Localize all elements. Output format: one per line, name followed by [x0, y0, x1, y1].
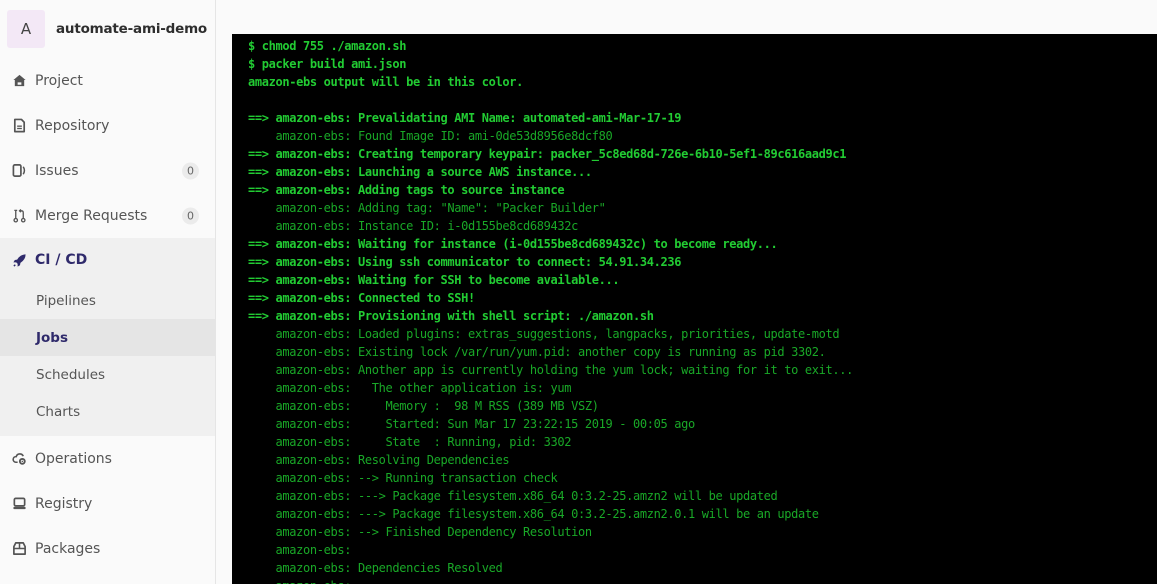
merge-requests-count-badge: 0	[182, 207, 199, 224]
log-line: ==> amazon-ebs: Waiting for SSH to becom…	[248, 273, 620, 287]
sidebar-item-label: Issues	[35, 162, 79, 179]
sidebar-item-label: CI / CD	[35, 252, 88, 268]
sidebar-item-issues[interactable]: Issues 0	[0, 148, 215, 193]
log-line: amazon-ebs: Memory : 98 M RSS (389 MB VS…	[248, 399, 599, 413]
log-line: amazon-ebs: Started: Sun Mar 17 23:22:15…	[248, 417, 695, 431]
job-log-terminal[interactable]: $ chmod 755 ./amazon.sh $ packer build am…	[232, 34, 1157, 584]
log-line: ==> amazon-ebs: Provisioning with shell …	[248, 309, 654, 323]
log-line: amazon-ebs: --> Running transaction chec…	[248, 471, 558, 485]
log-line: $ packer build ami.json	[248, 57, 407, 71]
log-line: ==> amazon-ebs: Adding tags to source in…	[248, 183, 565, 197]
sidebar-item-label: Repository	[35, 117, 110, 134]
sidebar-item-label: Operations	[35, 450, 112, 467]
sidebar-item-merge-requests[interactable]: Merge Requests 0	[0, 193, 215, 238]
log-line: amazon-ebs: Resolving Dependencies	[248, 453, 510, 467]
log-line: amazon-ebs: State : Running, pid: 3302	[248, 435, 572, 449]
sidebar-item-registry[interactable]: Registry	[0, 481, 215, 526]
log-line: amazon-ebs:	[248, 543, 352, 557]
log-line: amazon-ebs: Adding tag: "Name": "Packer …	[248, 201, 606, 215]
log-line: ==> amazon-ebs: Launching a source AWS i…	[248, 165, 592, 179]
log-line: amazon-ebs: Loaded plugins: extras_sugge…	[248, 327, 840, 341]
main-top-bar	[232, 0, 1157, 34]
package-icon	[11, 541, 27, 557]
sidebar-subitem-charts[interactable]: Charts	[0, 393, 215, 430]
sidebar: A automate-ami-demo Project Repository I…	[0, 0, 216, 584]
sidebar-subitem-jobs[interactable]: Jobs	[0, 319, 215, 356]
log-line: ==> amazon-ebs: Connected to SSH!	[248, 291, 475, 305]
log-line: amazon-ebs: The other application is: yu…	[248, 381, 572, 395]
project-name[interactable]: automate-ami-demo	[56, 21, 207, 37]
sidebar-item-repository[interactable]: Repository	[0, 103, 215, 148]
sidebar-subitem-schedules[interactable]: Schedules	[0, 356, 215, 393]
log-line: ==> amazon-ebs: Using ssh communicator t…	[248, 255, 682, 269]
log-line: amazon-ebs: Instance ID: i-0d155be8cd689…	[248, 219, 578, 233]
log-line: ==> amazon-ebs: Prevalidating AMI Name: …	[248, 111, 682, 125]
log-line: amazon-ebs: --> Finished Dependency Reso…	[248, 525, 592, 539]
rocket-icon	[11, 252, 27, 268]
log-line: amazon-ebs: Dependencies Resolved	[248, 561, 503, 575]
sidebar-subitem-pipelines[interactable]: Pipelines	[0, 282, 215, 319]
sidebar-item-label: Packages	[35, 540, 101, 557]
log-line: amazon-ebs output will be in this color.	[248, 75, 523, 89]
log-line: amazon-ebs: ---> Package filesystem.x86_…	[248, 489, 778, 503]
sidebar-item-label: Project	[35, 72, 83, 89]
home-icon	[11, 73, 27, 89]
log-line: $ chmod 755 ./amazon.sh	[248, 39, 407, 53]
log-line: amazon-ebs: Found Image ID: ami-0de53d89…	[248, 129, 613, 143]
log-line: amazon-ebs: Existing lock /var/run/yum.p…	[248, 345, 826, 359]
project-avatar[interactable]: A	[7, 10, 45, 48]
sidebar-item-label: Registry	[35, 495, 93, 512]
container-icon	[11, 496, 27, 512]
sidebar-item-project[interactable]: Project	[0, 58, 215, 103]
sidebar-item-operations[interactable]: Operations	[0, 436, 215, 481]
sidebar-item-packages[interactable]: Packages	[0, 526, 215, 571]
cicd-group: CI / CD Pipelines Jobs Schedules Charts	[0, 238, 215, 436]
sidebar-item-label: Merge Requests	[35, 207, 148, 224]
log-line: ==> amazon-ebs: Creating temporary keypa…	[248, 147, 847, 161]
document-icon	[11, 118, 27, 134]
main-content: $ chmod 755 ./amazon.sh $ packer build am…	[232, 0, 1157, 584]
issues-icon	[11, 163, 27, 179]
cloud-gear-icon	[11, 451, 27, 467]
log-line: amazon-ebs: ---> Package filesystem.x86_…	[248, 507, 819, 521]
sidebar-item-ci-cd[interactable]: CI / CD	[0, 238, 215, 282]
project-header[interactable]: A automate-ami-demo	[0, 0, 215, 58]
issues-count-badge: 0	[182, 162, 199, 179]
merge-request-icon	[11, 208, 27, 224]
log-line: ==> amazon-ebs: Waiting for instance (i-…	[248, 237, 778, 251]
log-line: amazon-ebs: Another app is currently hol…	[248, 363, 853, 377]
log-line: amazon-ebs:	[248, 577, 1157, 584]
